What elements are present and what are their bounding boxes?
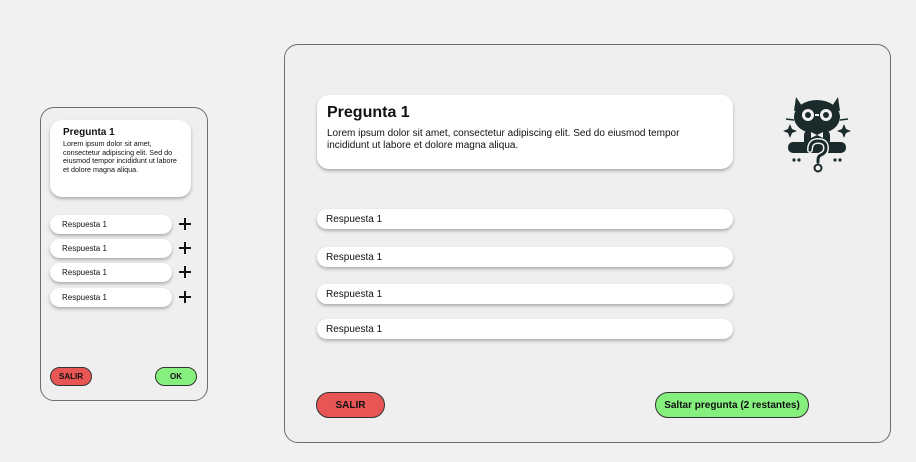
answer-label: Respuesta 1: [62, 268, 107, 277]
plus-icon[interactable]: [178, 217, 192, 231]
answer-label: Respuesta 1: [326, 251, 383, 263]
question-body: Lorem ipsum dolor sit amet, consectetur …: [63, 139, 177, 174]
answer-option[interactable]: Respuesta 1: [50, 288, 172, 307]
question-card: Pregunta 1 Lorem ipsum dolor sit amet, c…: [50, 120, 191, 197]
plus-icon[interactable]: [178, 265, 192, 279]
cat-question-mascot-icon: [783, 97, 851, 173]
plus-icon[interactable]: [178, 290, 192, 304]
answer-option[interactable]: Respuesta 1: [50, 263, 172, 282]
answer-option[interactable]: Respuesta 1: [50, 215, 172, 234]
plus-icon[interactable]: [178, 241, 192, 255]
answer-label: Respuesta 1: [62, 244, 107, 253]
answer-label: Respuesta 1: [62, 293, 107, 302]
exit-button[interactable]: SALIR: [50, 367, 92, 386]
skip-question-button[interactable]: Saltar pregunta (2 restantes): [655, 392, 809, 418]
answer-option[interactable]: Respuesta 1: [317, 247, 733, 267]
exit-button[interactable]: SALIR: [316, 392, 385, 418]
answer-option[interactable]: Respuesta 1: [317, 284, 733, 304]
answer-label: Respuesta 1: [326, 288, 383, 300]
mobile-frame: Pregunta 1 Lorem ipsum dolor sit amet, c…: [40, 107, 208, 401]
question-body: Lorem ipsum dolor sit amet, consectetur …: [327, 128, 680, 151]
answer-option[interactable]: Respuesta 1: [317, 209, 733, 229]
desktop-frame: Pregunta 1 Lorem ipsum dolor sit amet, c…: [284, 44, 891, 443]
answer-label: Respuesta 1: [62, 220, 107, 229]
question-title: Pregunta 1: [327, 104, 410, 121]
answer-label: Respuesta 1: [326, 323, 383, 335]
question-title: Pregunta 1: [63, 127, 115, 138]
question-card: Pregunta 1 Lorem ipsum dolor sit amet, c…: [317, 95, 733, 169]
ok-button[interactable]: OK: [155, 367, 197, 386]
answer-label: Respuesta 1: [326, 213, 383, 225]
answer-option[interactable]: Respuesta 1: [317, 319, 733, 339]
answer-option[interactable]: Respuesta 1: [50, 239, 172, 258]
